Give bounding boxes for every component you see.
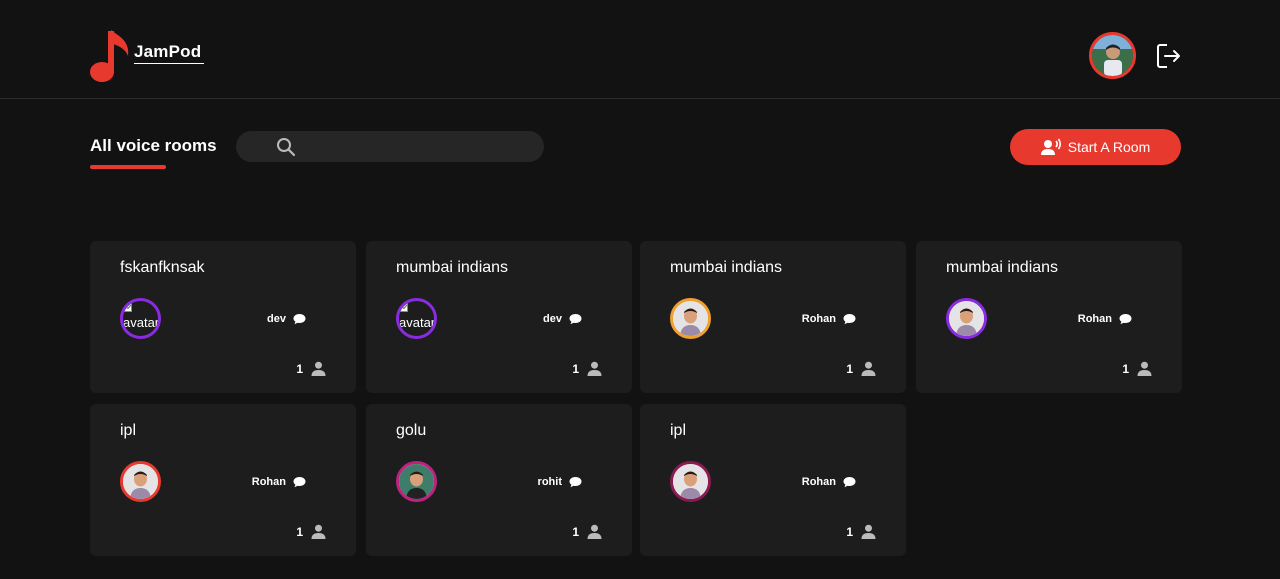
speaker-info: Rohan — [1078, 313, 1132, 325]
participant-count-number: 1 — [846, 361, 853, 376]
room-card[interactable]: mumbai indians Rohan 1 — [640, 241, 906, 393]
participant-count: 1 — [1122, 361, 1152, 376]
person-icon — [587, 361, 602, 376]
participant-count: 1 — [572, 524, 602, 539]
room-topic: mumbai indians — [946, 259, 1059, 276]
participant-count: 1 — [846, 361, 876, 376]
participant-count: 1 — [572, 361, 602, 376]
participant-count-number: 1 — [572, 524, 579, 539]
room-topic: fskanfknsak — [120, 259, 205, 276]
speaker-avatar-icon — [949, 301, 984, 336]
jampod-logo[interactable]: JamPod — [88, 28, 204, 84]
user-avatar[interactable] — [1089, 32, 1136, 79]
chat-bubble-icon — [1119, 314, 1132, 325]
room-card[interactable]: golu rohit 1 — [366, 404, 632, 556]
speaker-info: Rohan — [802, 313, 856, 325]
avatar-alt-text: avatar — [399, 315, 436, 330]
speaker-avatar — [396, 461, 437, 502]
person-icon — [311, 361, 326, 376]
speaker-name: rohit — [537, 476, 562, 488]
speaker-avatar — [120, 461, 161, 502]
chat-bubble-icon — [293, 477, 306, 488]
participant-count-number: 1 — [846, 524, 853, 539]
search-icon — [277, 138, 296, 157]
speaker-info: dev — [267, 313, 306, 325]
person-icon — [1137, 361, 1152, 376]
logo-tagline — [134, 63, 204, 67]
room-card[interactable]: fskanfknsak avatar dev 1 — [90, 241, 356, 393]
room-card[interactable]: ipl Rohan 1 — [90, 404, 356, 556]
speaker-info: dev — [543, 313, 582, 325]
room-topic: mumbai indians — [670, 259, 783, 276]
speaker-name: dev — [267, 313, 286, 325]
chat-bubble-icon — [843, 477, 856, 488]
participant-count: 1 — [846, 524, 876, 539]
participant-count-number: 1 — [1122, 361, 1129, 376]
room-topic: ipl — [670, 422, 687, 439]
search-bar[interactable] — [236, 131, 544, 162]
speaker-avatar — [670, 461, 711, 502]
participant-count-number: 1 — [572, 361, 579, 376]
logout-icon[interactable] — [1155, 42, 1183, 70]
chat-bubble-icon — [569, 477, 582, 488]
chat-bubble-icon — [843, 314, 856, 325]
broken-image-icon — [399, 302, 408, 312]
participant-count: 1 — [296, 361, 326, 376]
speaker-name: Rohan — [801, 313, 836, 325]
speaker-avatar: avatar — [396, 298, 437, 339]
chat-bubble-icon — [293, 314, 306, 325]
speaker-name: Rohan — [251, 476, 286, 488]
start-room-label: Start A Room — [1067, 139, 1151, 155]
room-topic: mumbai indians — [396, 259, 509, 276]
participant-count: 1 — [296, 524, 326, 539]
speaker-info: Rohan — [802, 476, 856, 488]
participant-count-number: 1 — [296, 361, 303, 376]
music-note-icon — [90, 30, 129, 82]
top-navigation: JamPod — [0, 0, 1280, 99]
room-card[interactable]: ipl Rohan 1 — [640, 404, 906, 556]
speaker-avatar-icon — [673, 301, 708, 336]
title-underline — [90, 165, 166, 169]
person-icon — [587, 524, 602, 539]
chat-bubble-icon — [569, 314, 582, 325]
user-voice-icon — [1040, 138, 1061, 155]
person-icon — [861, 524, 876, 539]
speaker-avatar — [670, 298, 711, 339]
room-card[interactable]: mumbai indians Rohan 1 — [916, 241, 1182, 393]
broken-image-icon — [123, 302, 132, 312]
room-card[interactable]: mumbai indians avatar dev 1 — [366, 241, 632, 393]
person-icon — [311, 524, 326, 539]
avatar-alt-text: avatar — [123, 315, 160, 330]
page-title: All voice rooms — [90, 136, 217, 155]
speaker-avatar-icon — [673, 464, 708, 499]
speaker-name: Rohan — [1077, 313, 1112, 325]
speaker-avatar-icon — [123, 464, 158, 499]
speaker-info: rohit — [538, 476, 582, 488]
user-avatar-icon — [1092, 35, 1133, 76]
speaker-avatar-icon — [399, 464, 434, 499]
start-room-button[interactable]: Start A Room — [1010, 129, 1181, 165]
speaker-name: Rohan — [801, 476, 836, 488]
room-topic: golu — [396, 422, 427, 439]
logo-title: JamPod — [134, 42, 202, 61]
speaker-name: dev — [543, 313, 562, 325]
search-input[interactable] — [306, 131, 536, 162]
participant-count-number: 1 — [296, 524, 303, 539]
speaker-avatar — [946, 298, 987, 339]
speaker-avatar: avatar — [120, 298, 161, 339]
person-icon — [861, 361, 876, 376]
room-topic: ipl — [120, 422, 137, 439]
speaker-info: Rohan — [252, 476, 306, 488]
